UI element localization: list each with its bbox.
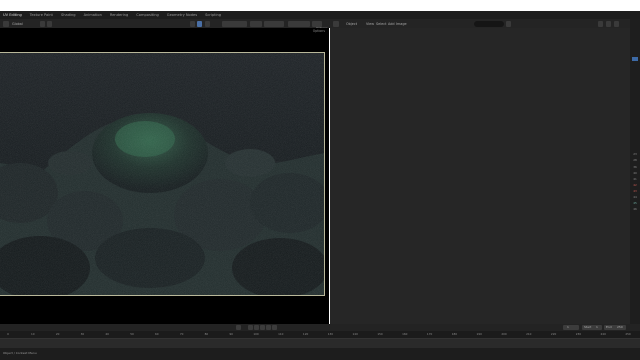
- current-frame-value: 1: [567, 325, 569, 329]
- mode-select[interactable]: Object: [346, 21, 357, 27]
- viewport-group-4[interactable]: [288, 20, 310, 27]
- properties-strip: 23 28 36 40 41 42 43 44 45 46: [630, 19, 640, 324]
- timeline-tick-label: 0: [7, 332, 9, 336]
- timeline-tick-label: 200: [501, 332, 507, 336]
- start-frame-label: Start: [584, 325, 592, 329]
- status-bar: Object / Context Menu: [0, 348, 640, 360]
- timeline-track[interactable]: [0, 338, 640, 348]
- workspace-tab[interactable]: Shading: [61, 13, 76, 17]
- workspace-tab[interactable]: Texture Paint: [30, 13, 53, 17]
- step-back-button[interactable]: [248, 325, 253, 330]
- timeline-tick-label: 210: [526, 332, 532, 336]
- workspace-tab[interactable]: UV Editing: [3, 13, 22, 17]
- timeline-tick-label: 90: [229, 332, 233, 336]
- timeline-tick-label: 230: [575, 332, 582, 336]
- workspace-tab[interactable]: Animation: [84, 13, 102, 17]
- gizmo-button[interactable]: [205, 20, 210, 27]
- timeline-tick-label: 50: [130, 332, 134, 336]
- properties-tab[interactable]: 41: [632, 177, 638, 181]
- workspace-tab[interactable]: Scripting: [205, 13, 221, 17]
- menu-view[interactable]: View: [366, 21, 374, 27]
- transform-orientation[interactable]: Global: [12, 21, 23, 27]
- timeline-tick-label: 220: [550, 332, 557, 336]
- editor-header-row: Global Options Object View Select Add Im…: [0, 19, 640, 30]
- render-image: [0, 52, 325, 296]
- timeline-tick-label: 70: [179, 332, 184, 336]
- workspace-tabs: UV Editing Texture Paint Shading Animation R…: [0, 11, 640, 19]
- properties-tab[interactable]: 44: [632, 195, 638, 199]
- timeline-tick-label: 100: [253, 332, 259, 336]
- timeline-tick-label: 180: [451, 332, 458, 336]
- pin-icon[interactable]: [506, 20, 511, 27]
- properties-tab[interactable]: 46: [632, 207, 638, 211]
- timeline-tick-label: 150: [377, 332, 383, 336]
- end-frame-label: End: [606, 325, 612, 329]
- timeline-ruler[interactable]: 0 10 20 30 40 50 60 70 80 90 100 110 120 130 140 150 160…: [0, 331, 640, 338]
- timeline-tick-label: 240: [600, 332, 606, 336]
- window-titlebar: [0, 0, 640, 11]
- start-frame-value: 1: [596, 325, 598, 329]
- timeline-tick-label: 160: [402, 332, 408, 336]
- image-browse-field[interactable]: [474, 20, 504, 27]
- timeline-tick-label: 190: [476, 332, 482, 336]
- timeline-tick-label: 130: [327, 332, 334, 336]
- sidebar-toggle-button[interactable]: [614, 20, 619, 27]
- timeline-tick-label: 140: [352, 332, 358, 336]
- properties-tab[interactable]: 23: [632, 152, 638, 156]
- timeline-tick-label: 30: [80, 332, 85, 336]
- timeline-tick-label: 250: [625, 332, 631, 336]
- viewport-group-3[interactable]: [264, 20, 284, 27]
- menu-select[interactable]: Select: [376, 21, 386, 27]
- status-text: Object / Context Menu: [3, 351, 37, 355]
- properties-tab[interactable]: 40: [632, 171, 638, 175]
- timeline-tick-label: 80: [204, 332, 209, 336]
- step-forward-button[interactable]: [266, 325, 271, 330]
- properties-tab[interactable]: 45: [632, 201, 638, 205]
- menu-add[interactable]: Add: [388, 21, 395, 27]
- image-editor-area[interactable]: [330, 28, 630, 324]
- timeline-tick-label: 110: [278, 332, 284, 336]
- play-button[interactable]: [260, 325, 265, 330]
- jump-start-button[interactable]: [236, 325, 241, 330]
- editor-type-button[interactable]: [3, 20, 9, 27]
- timeline-controls: 1 Start 1 End 250: [0, 324, 640, 331]
- image-editor-type-button[interactable]: [333, 20, 339, 27]
- view-toggle-button[interactable]: [190, 20, 195, 27]
- active-tab-indicator[interactable]: [632, 57, 638, 61]
- timeline-tick-label: 40: [105, 332, 109, 336]
- timeline-tick-label: 20: [55, 332, 60, 336]
- timeline-tick-label: 120: [302, 332, 309, 336]
- properties-tab[interactable]: 36: [632, 165, 638, 169]
- snap-button[interactable]: [40, 20, 45, 27]
- workspace-tab[interactable]: Geometry Nodes: [167, 13, 197, 17]
- timeline-tick-label: 60: [155, 332, 159, 336]
- display-channels-button[interactable]: [606, 20, 611, 27]
- rendered-scene-image: [0, 53, 324, 295]
- end-frame-value: 250: [617, 325, 623, 329]
- menu-image[interactable]: Image: [396, 21, 407, 27]
- proportional-button[interactable]: [47, 20, 52, 27]
- jump-end-button[interactable]: [272, 325, 277, 330]
- render-viewport[interactable]: Options: [0, 28, 329, 324]
- workspace-tab[interactable]: Rendering: [110, 13, 128, 17]
- properties-tab[interactable]: 28: [632, 158, 638, 162]
- properties-tab[interactable]: 43: [632, 189, 638, 193]
- viewport-group-1[interactable]: [222, 20, 247, 27]
- render-slot-button[interactable]: [598, 20, 603, 27]
- overlay-toggle-button[interactable]: [197, 20, 202, 27]
- viewport-group-2[interactable]: [250, 20, 262, 27]
- timeline-tick-label: 10: [31, 332, 35, 336]
- viewport-options-label[interactable]: Options: [313, 29, 325, 33]
- properties-tab[interactable]: 42: [632, 183, 638, 187]
- current-frame-field[interactable]: [563, 325, 579, 330]
- workspace-tab[interactable]: Compositing: [136, 13, 159, 17]
- play-reverse-button[interactable]: [254, 325, 259, 330]
- timeline-tick-label: 170: [426, 332, 433, 336]
